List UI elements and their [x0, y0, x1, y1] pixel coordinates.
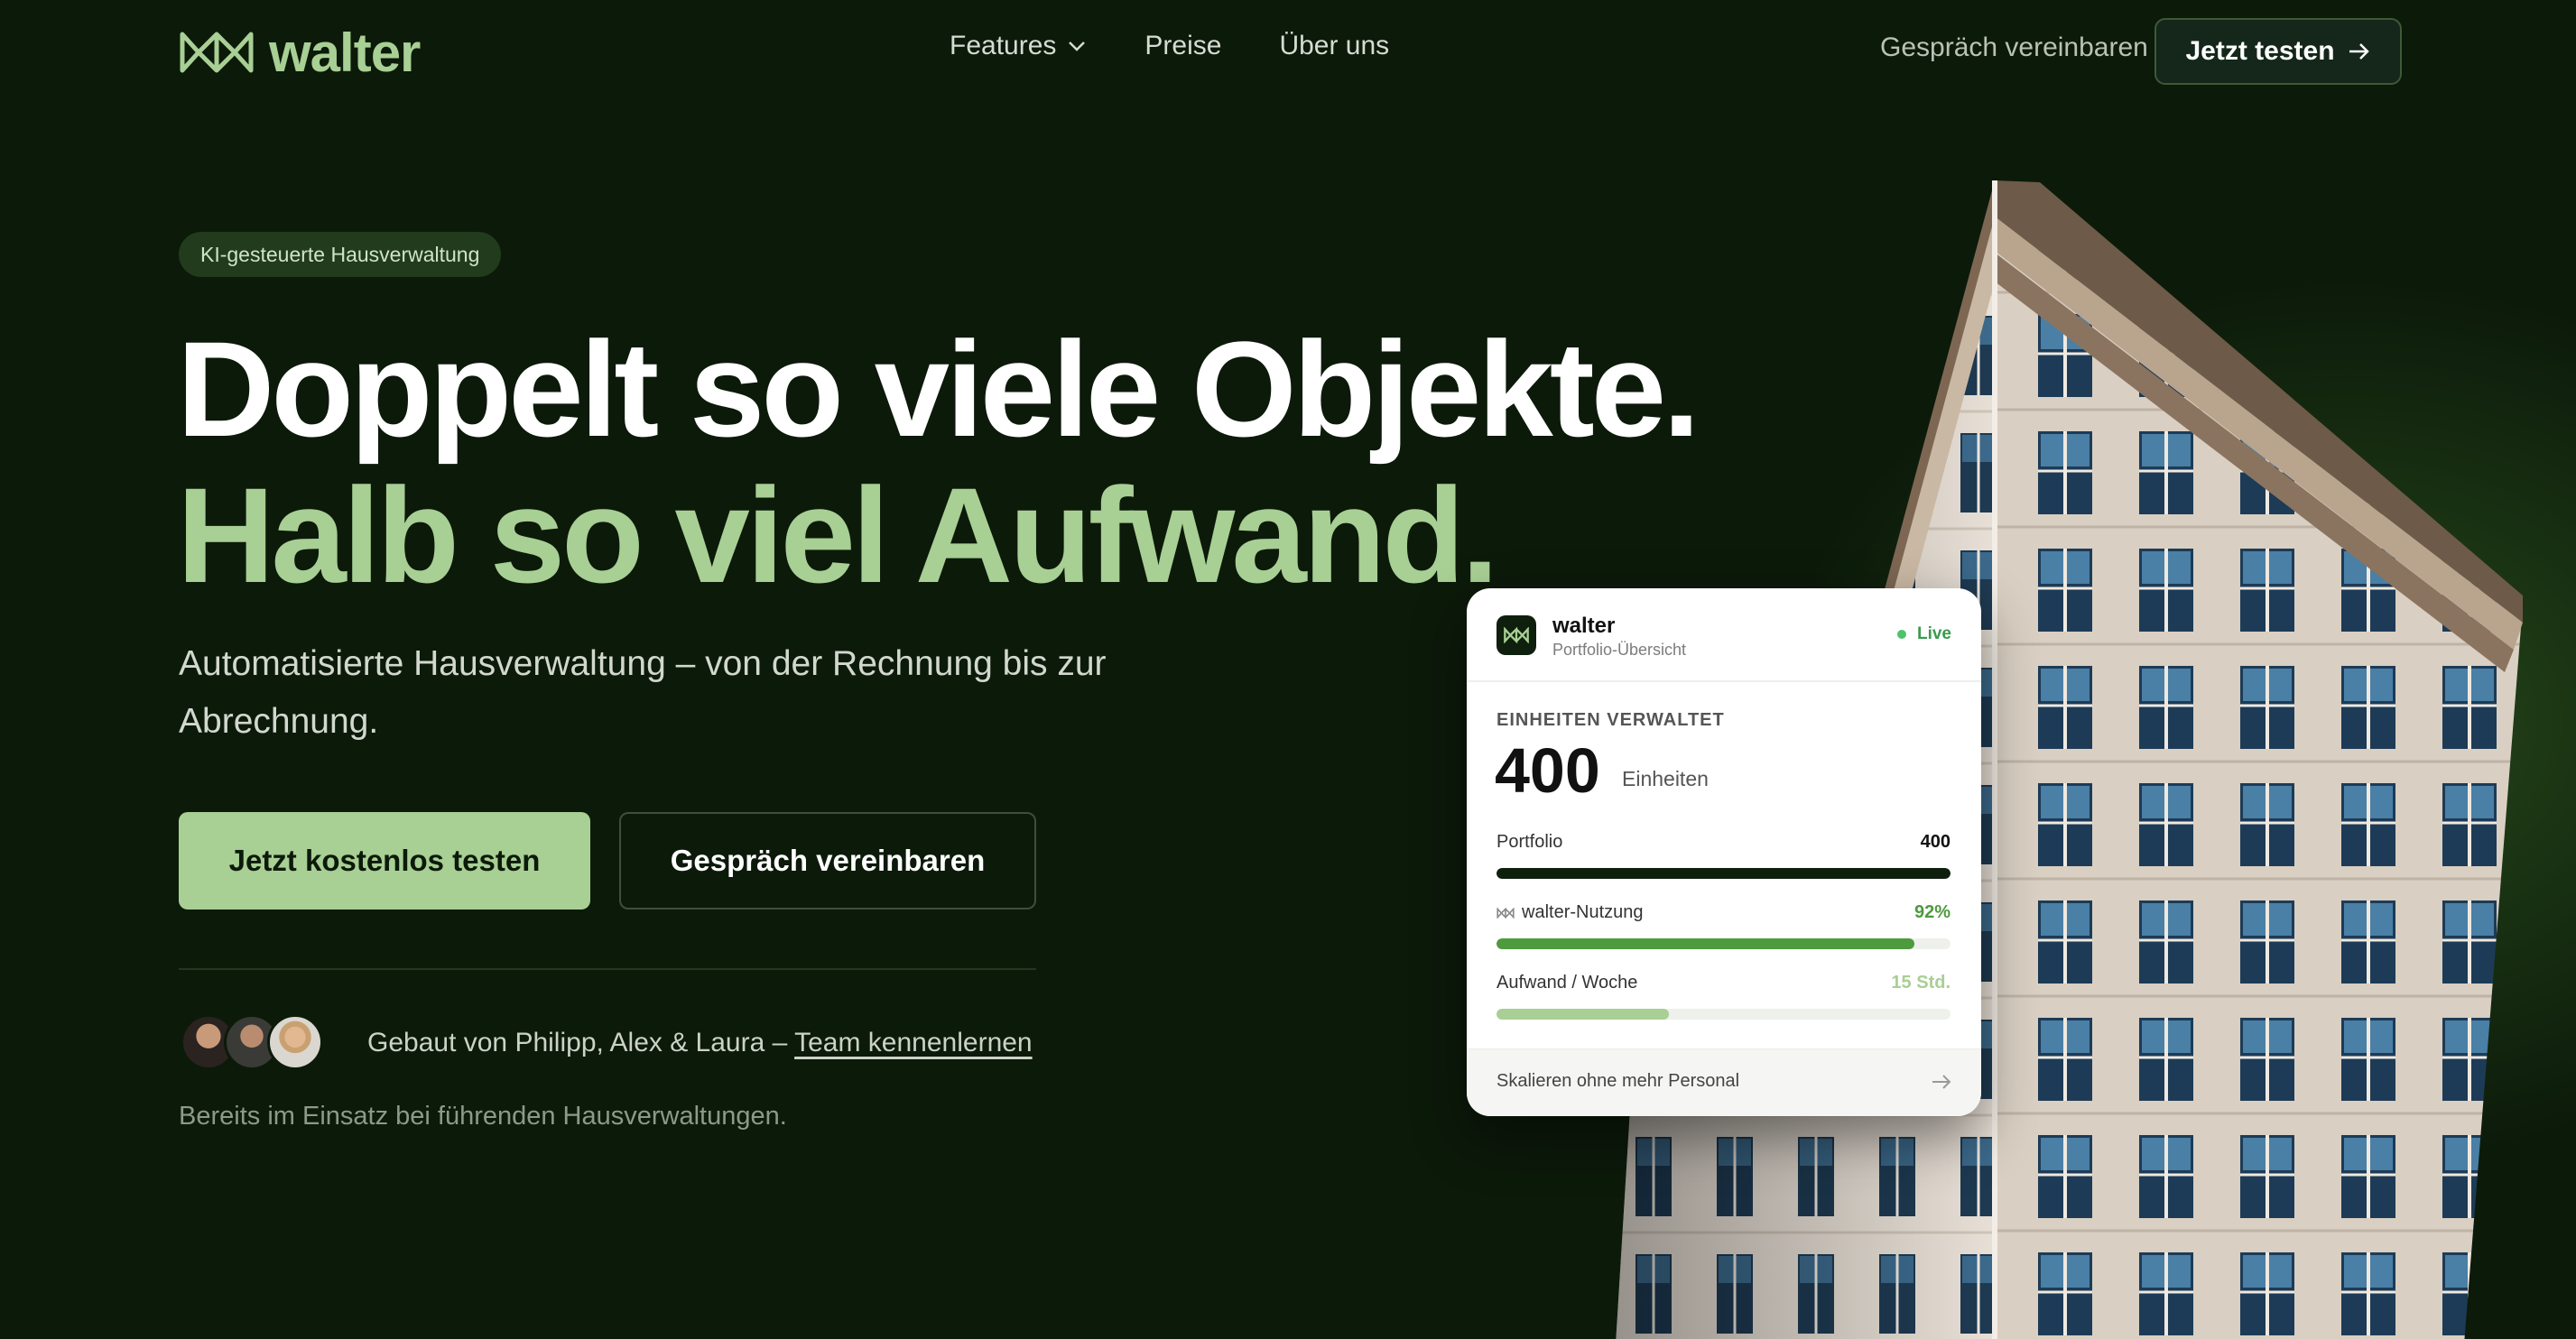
hero-subheadline: Automatisierte Hausverwaltung – von der … [179, 644, 1107, 741]
nav-try-now-label: Jetzt testen [2185, 36, 2335, 66]
nav-features-label: Features [950, 31, 1057, 60]
meet-team-link[interactable]: Team kennenlernen [794, 1028, 1033, 1057]
walter-logo-icon [1504, 627, 1529, 643]
status-badge: Live [1896, 624, 1951, 644]
row-value: 400 [1920, 832, 1951, 852]
nav-schedule-call-link[interactable]: Gespräch vereinbaren [1880, 32, 2148, 63]
progress-bar [1496, 938, 1951, 949]
nav-links: Features Preise Über uns [950, 31, 1389, 61]
logo-wordmark: walter [269, 22, 421, 83]
progress-fill [1496, 938, 1914, 949]
row-label: Aufwand / Woche [1496, 973, 1638, 993]
live-dot-icon [1896, 630, 1906, 639]
progress-fill [1496, 868, 1951, 879]
hero-divider [179, 968, 1036, 970]
hero-badge: KI-gesteuerte Hausverwaltung [179, 232, 502, 277]
walter-logo-icon [180, 32, 254, 73]
walter-logo-icon [1496, 907, 1515, 919]
row-label-wrap: walter-Nutzung [1496, 902, 1644, 923]
chevron-down-icon [1069, 42, 1086, 51]
progress-bar [1496, 868, 1951, 879]
status-label: Live [1916, 624, 1951, 643]
card-logo [1496, 615, 1536, 655]
hero-headline-line1: Doppelt so viele Objekte. [177, 313, 1700, 465]
card-footer[interactable]: Skalieren ohne mehr Personal [1467, 1048, 1981, 1116]
avatar [267, 1014, 323, 1070]
nav-preise[interactable]: Preise [1144, 31, 1221, 61]
metric-unit: Einheiten [1622, 767, 1709, 790]
team-avatars [181, 1014, 323, 1072]
row-value: 15 Std. [1891, 973, 1951, 993]
progress-bar [1496, 1009, 1951, 1020]
built-by-label: Gebaut von Philipp, Alex & Laura – [367, 1028, 795, 1057]
arrow-right-icon [1932, 1075, 1951, 1089]
nav-features[interactable]: Features [950, 31, 1087, 61]
arrow-right-icon [2349, 43, 2369, 60]
metric-value: 400 [1495, 735, 1600, 806]
trust-line: Bereits im Einsatz bei führenden Hausver… [179, 1102, 787, 1131]
try-free-button[interactable]: Jetzt kostenlos testen [179, 812, 590, 910]
landing-page: walter Features Preise Über uns Gespräch… [0, 0, 2576, 1339]
card-subtitle: Portfolio-Übersicht [1552, 641, 1687, 659]
built-by-text: Gebaut von Philipp, Alex & Laura – Team … [367, 1028, 1033, 1058]
footer-text: Skalieren ohne mehr Personal [1496, 1071, 1740, 1091]
nav-ueber-uns[interactable]: Über uns [1279, 31, 1389, 61]
card-header: walter Portfolio-Übersicht Live [1467, 588, 1981, 682]
hero-headline-line2: Halb so viel Aufwand. [177, 459, 1499, 611]
row-label: walter-Nutzung [1522, 902, 1644, 922]
schedule-call-button[interactable]: Gespräch vereinbaren [619, 812, 1036, 910]
top-navigation: walter Features Preise Über uns Gespräch… [0, 0, 2576, 101]
nav-try-now-button[interactable]: Jetzt testen [2154, 18, 2402, 85]
portfolio-card: walter Portfolio-Übersicht Live EINHEITE… [1467, 588, 1981, 1116]
logo[interactable]: walter [179, 23, 421, 83]
card-title: walter [1552, 614, 1616, 638]
row-value: 92% [1913, 902, 1951, 922]
row-label: Portfolio [1496, 832, 1563, 852]
progress-fill [1496, 1009, 1670, 1020]
metric-label: EINHEITEN VERWALTET [1496, 710, 1725, 730]
